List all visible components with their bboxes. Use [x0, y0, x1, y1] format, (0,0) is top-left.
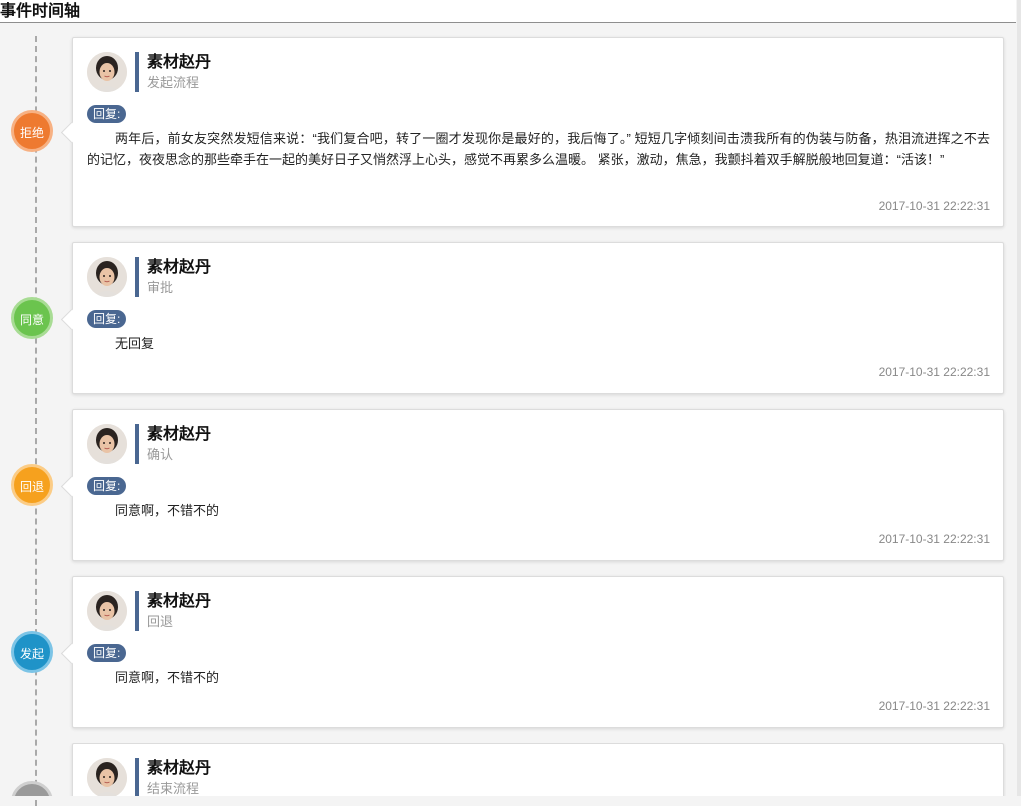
card-arrow	[60, 642, 83, 665]
avatar-portrait-icon	[87, 424, 127, 464]
status-node-end	[11, 781, 53, 796]
author-name: 素材赵丹	[147, 593, 212, 610]
avatar	[87, 591, 127, 631]
author-name: 素材赵丹	[147, 54, 212, 71]
card-arrow	[60, 121, 83, 144]
event-timestamp: 2017-10-31 22:22:31	[878, 365, 990, 379]
avatar-portrait-icon	[87, 758, 127, 796]
status-node-agree: 同意	[11, 297, 53, 339]
status-node-return: 回退	[11, 464, 53, 506]
card-arrow	[60, 308, 83, 331]
timeline-entry: 拒绝 素材赵丹 发起流程 回复: 两年后，前女友突然发短信来说：“我们复合吧，转…	[0, 37, 1006, 227]
reply-text: 无回复	[115, 336, 155, 351]
event-card: 素材赵丹 结束流程	[72, 743, 1004, 796]
timeline-entry: 同意 素材赵丹 审批 回复: 无回复 2017-10-31 22:22:31	[0, 242, 1006, 394]
page-header: 事件时间轴	[0, 0, 1016, 23]
avatar	[87, 257, 127, 297]
author-block: 素材赵丹 审批	[135, 257, 211, 297]
avatar-portrait-icon	[87, 591, 127, 631]
card-arrow	[60, 475, 83, 498]
reply-text: 同意啊，不错不的	[115, 670, 220, 685]
event-timestamp: 2017-10-31 22:22:31	[878, 532, 990, 546]
event-action: 发起流程	[147, 75, 200, 90]
timeline-entry: 素材赵丹 结束流程	[0, 743, 1006, 796]
event-timestamp: 2017-10-31 22:22:31	[878, 699, 990, 713]
author-name: 素材赵丹	[147, 259, 212, 276]
reply-badge: 回复:	[87, 477, 127, 495]
reply-badge: 回复:	[87, 644, 127, 662]
event-card: 素材赵丹 确认 回复: 同意啊，不错不的 2017-10-31 22:22:31	[60, 409, 1004, 561]
timeline-entry: 发起 素材赵丹 回退 回复: 同意啊，不错不的 2017-10-31 22:22…	[0, 576, 1006, 728]
event-action: 结束流程	[147, 781, 200, 796]
event-action: 回退	[147, 614, 174, 629]
reply-text: 同意啊，不错不的	[115, 503, 220, 518]
author-name: 素材赵丹	[147, 760, 212, 777]
reply-badge: 回复:	[87, 105, 127, 123]
avatar	[87, 424, 127, 464]
avatar	[87, 758, 127, 796]
timeline-entry: 回退 素材赵丹 确认 回复: 同意啊，不错不的 2017-10-31 22:22…	[0, 409, 1006, 561]
event-card: 素材赵丹 审批 回复: 无回复 2017-10-31 22:22:31	[60, 242, 1004, 394]
event-action: 审批	[147, 280, 174, 295]
avatar-portrait-icon	[87, 257, 127, 297]
event-card: 素材赵丹 回退 回复: 同意啊，不错不的 2017-10-31 22:22:31	[60, 576, 1004, 728]
status-node-reject: 拒绝	[11, 110, 53, 152]
reply-badge: 回复:	[87, 310, 127, 328]
author-name: 素材赵丹	[147, 426, 212, 443]
author-block: 素材赵丹 结束流程	[135, 758, 211, 796]
scrollbar[interactable]	[1017, 0, 1021, 796]
avatar-portrait-icon	[87, 52, 127, 92]
event-timestamp: 2017-10-31 22:22:31	[878, 199, 990, 213]
event-action: 确认	[147, 447, 174, 462]
author-block: 素材赵丹 回退	[135, 591, 211, 631]
status-node-initiate: 发起	[11, 631, 53, 673]
page-title: 事件时间轴	[0, 3, 81, 20]
event-card: 素材赵丹 发起流程 回复: 两年后，前女友突然发短信来说：“我们复合吧，转了一圈…	[60, 37, 1004, 227]
author-block: 素材赵丹 确认	[135, 424, 211, 464]
author-block: 素材赵丹 发起流程	[135, 52, 211, 92]
reply-text: 两年后，前女友突然发短信来说：“我们复合吧，转了一圈才发现你是最好的，我后悔了。…	[87, 131, 990, 167]
avatar	[87, 52, 127, 92]
